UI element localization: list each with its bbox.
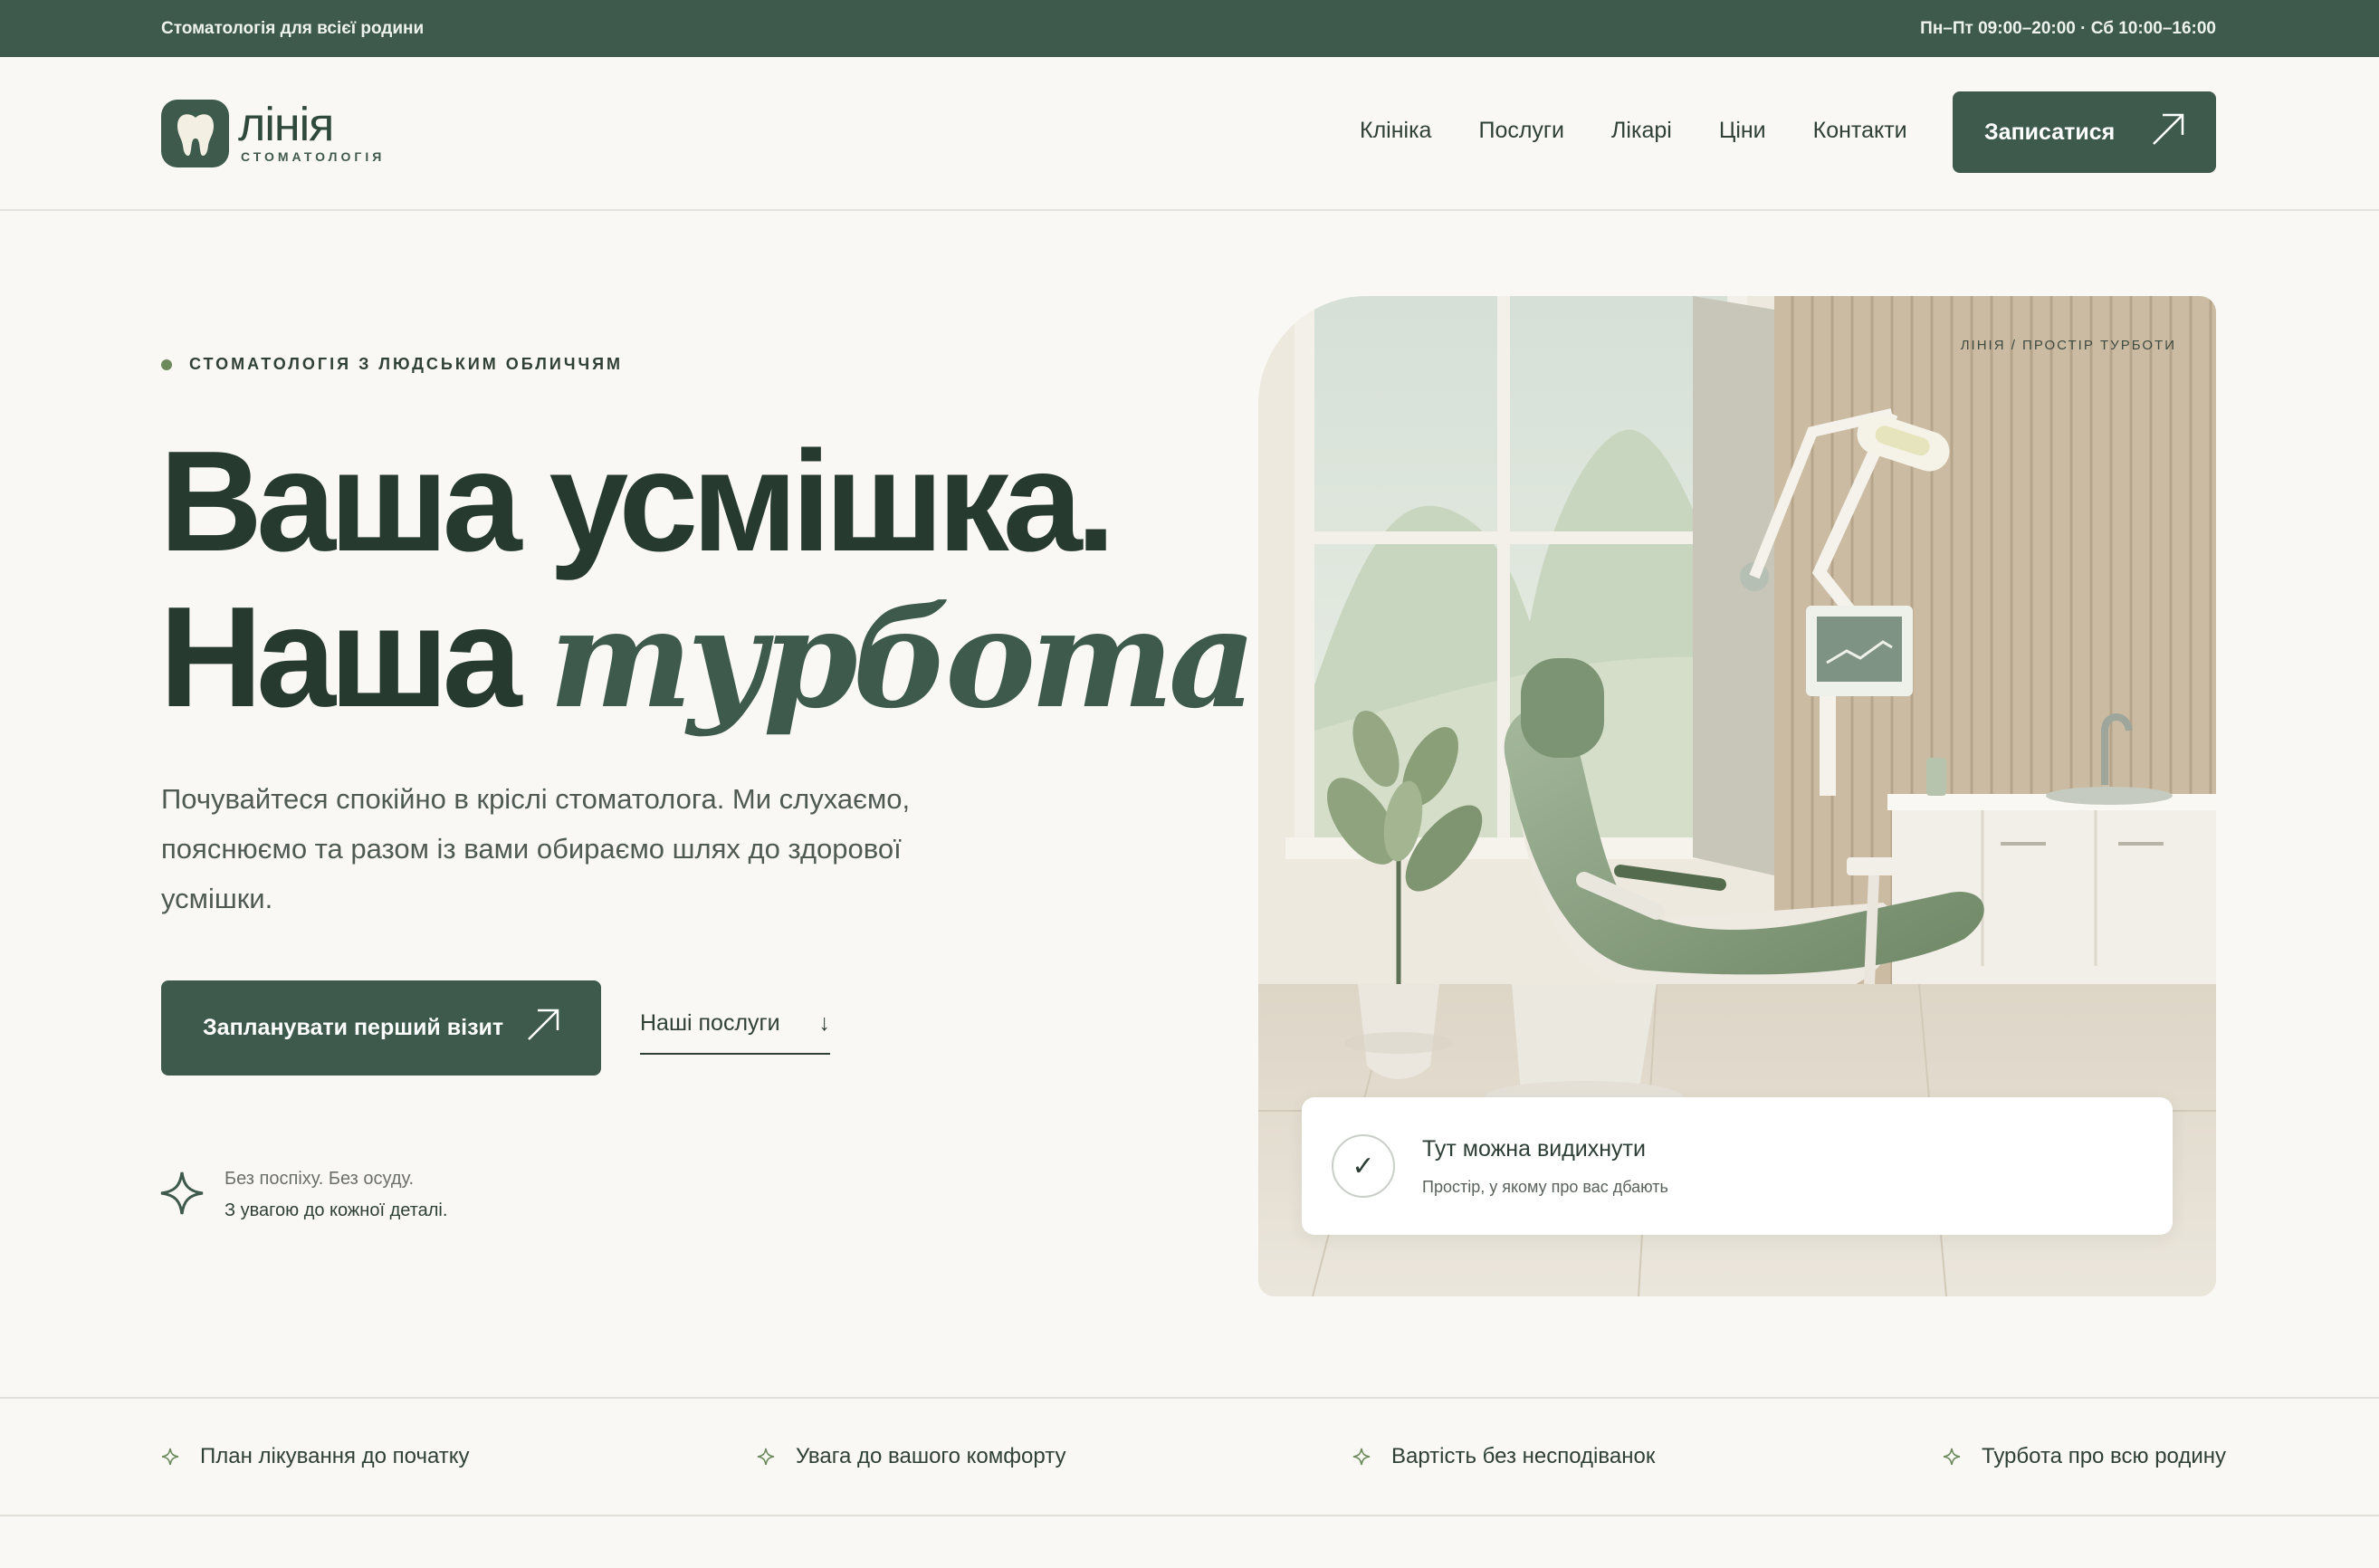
our-services-label: Наші послуги: [640, 1010, 780, 1036]
tooth-icon: [161, 100, 229, 167]
topbar-tagline: Стоматологія для всієї родини: [161, 18, 425, 38]
feature-item: Вартість без несподіванок: [1352, 1444, 1655, 1469]
book-appointment-button[interactable]: Записатися: [1953, 91, 2216, 173]
sparkle-icon: [1943, 1448, 1961, 1466]
sparkle-icon: [161, 1448, 179, 1466]
logo[interactable]: лінія СТОМАТОЛОГІЯ: [161, 100, 385, 167]
illustration-tag: ЛІНІЯ / ПРОСТІР ТУРБОТИ: [1960, 338, 2176, 353]
clinic-illustration: ЛІНІЯ / ПРОСТІР ТУРБОТИ ✓ Тут можна види…: [1258, 296, 2216, 1296]
feature-item: Турбота про всю родину: [1943, 1444, 2226, 1469]
card-title: Тут можна видихнути: [1422, 1135, 1646, 1162]
sparkle-icon: [159, 1171, 205, 1220]
plan-first-visit-label: Запланувати перший візит: [203, 1015, 504, 1040]
hero-title-emphasis: турбота.: [549, 579, 1298, 739]
hero-title-line1: Ваша усмішка.: [159, 422, 1116, 581]
feature-label: План лікування до початку: [200, 1444, 470, 1468]
sparkle-icon: [1352, 1448, 1371, 1466]
comfort-card: ✓ Тут можна видихнути Простір, у якому п…: [1302, 1097, 2173, 1235]
nav-item-services[interactable]: Послуги: [1478, 118, 1564, 144]
feature-label: Турбота про всю родину: [1982, 1444, 2227, 1468]
our-services-link[interactable]: Наші послуги ↓: [640, 1010, 830, 1055]
nav-item-clinic[interactable]: Клініка: [1360, 118, 1431, 144]
top-bar: Стоматологія для всієї родини Пн–Пт 09:0…: [0, 0, 2379, 57]
features-strip: План лікування до початку Увага до вашог…: [0, 1397, 2379, 1516]
main-nav: Клініка Послуги Лікарі Ціни Контакти: [1360, 118, 1907, 144]
brand-name: лінія: [238, 98, 334, 151]
nav-item-doctors[interactable]: Лікарі: [1611, 118, 1672, 144]
hero-note: Без поспіху. Без осуду. З увагою до кожн…: [159, 1163, 447, 1227]
card-subtitle: Простір, у якому про вас дбають: [1422, 1177, 1668, 1196]
book-appointment-label: Записатися: [1984, 119, 2116, 145]
eyebrow-dot-icon: [161, 359, 172, 370]
feature-label: Вартість без несподіванок: [1391, 1444, 1656, 1468]
plan-first-visit-button[interactable]: Запланувати перший візит: [161, 980, 601, 1076]
sparkle-icon: [757, 1448, 775, 1466]
check-icon: ✓: [1332, 1134, 1395, 1198]
feature-item: Увага до вашого комфорту: [757, 1444, 1065, 1469]
note-line1: Без поспіху. Без осуду.: [225, 1169, 415, 1189]
topbar-hours: Пн–Пт 09:00–20:00 · Сб 10:00–16:00: [1920, 18, 2216, 38]
nav-item-prices[interactable]: Ціни: [1719, 118, 1766, 144]
site-header: лінія СТОМАТОЛОГІЯ Клініка Послуги Лікар…: [0, 57, 2379, 211]
hero-title-line2-start: Наша: [159, 578, 549, 737]
hero-title: Ваша усмішка. Наша турбота.: [159, 422, 1298, 739]
eyebrow-text: СТОМАТОЛОГІЯ З ЛЮДСЬКИМ ОБЛИЧЧЯМ: [189, 355, 624, 373]
hero-lead: Почувайтеся спокійно в кріслі стоматолог…: [161, 783, 911, 914]
feature-item: План лікування до початку: [161, 1444, 470, 1469]
arrow-down-icon: ↓: [818, 1010, 831, 1036]
note-line2: З увагою до кожної деталі.: [225, 1200, 448, 1220]
feature-label: Увага до вашого комфорту: [796, 1444, 1066, 1468]
brand-subtitle: СТОМАТОЛОГІЯ: [241, 148, 386, 164]
arrow-up-right-icon: [526, 1008, 560, 1048]
hero-eyebrow: СТОМАТОЛОГІЯ З ЛЮДСЬКИМ ОБЛИЧЧЯМ: [161, 355, 623, 374]
arrow-up-right-icon: [2151, 112, 2185, 153]
nav-item-contacts[interactable]: Контакти: [1813, 118, 1907, 144]
